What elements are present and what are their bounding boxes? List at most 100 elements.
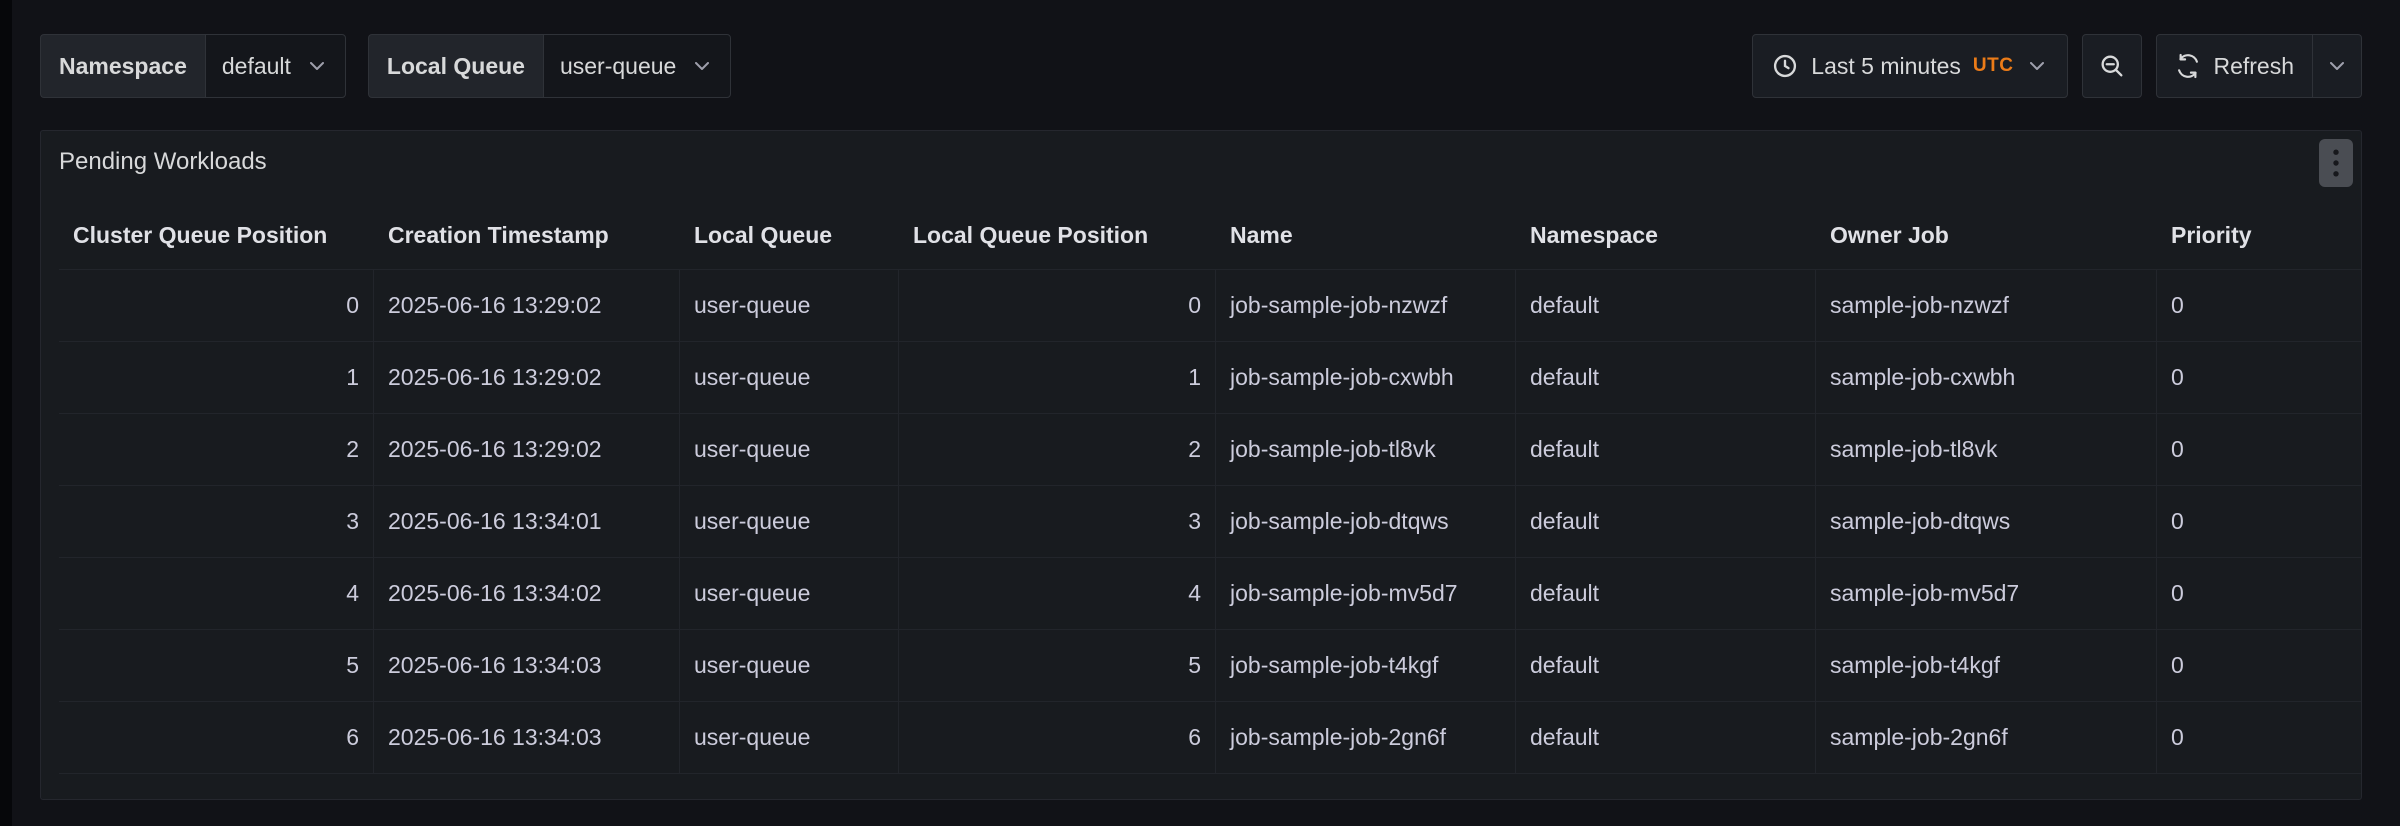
- table-cell: 6: [899, 702, 1216, 774]
- table-cell: default: [1516, 558, 1816, 630]
- table-cell: user-queue: [680, 486, 899, 558]
- table-cell: 0: [2157, 630, 2361, 702]
- table-cell: 0: [2157, 342, 2361, 414]
- pending-workloads-panel: Pending Workloads Cluster Queue Position…: [40, 130, 2362, 800]
- variable-selected-value: user-queue: [560, 53, 676, 80]
- table-cell: sample-job-nzwzf: [1816, 270, 2157, 342]
- table-cell: default: [1516, 342, 1816, 414]
- chevron-down-icon: [690, 54, 714, 78]
- table-body: 02025-06-16 13:29:02user-queue0job-sampl…: [59, 270, 2361, 774]
- pending-workloads-table: Cluster Queue PositionCreation Timestamp…: [59, 201, 2361, 774]
- table-row: 12025-06-16 13:29:02user-queue1job-sampl…: [59, 342, 2361, 414]
- variable-picker-namespace: Namespace default: [40, 34, 346, 98]
- variable-value-dropdown[interactable]: user-queue: [543, 34, 731, 98]
- column-header[interactable]: Local Queue Position: [899, 201, 1216, 269]
- table-cell: 0: [2157, 486, 2361, 558]
- column-header[interactable]: Name: [1216, 201, 1516, 269]
- table-cell: 2: [59, 414, 374, 486]
- table-row: 02025-06-16 13:29:02user-queue0job-sampl…: [59, 270, 2361, 342]
- table-cell: user-queue: [680, 630, 899, 702]
- column-header[interactable]: Owner Job: [1816, 201, 2157, 269]
- table-cell: 2025-06-16 13:29:02: [374, 414, 680, 486]
- panel-menu-button[interactable]: [2319, 139, 2353, 187]
- variable-selected-value: default: [222, 53, 291, 80]
- kebab-menu-icon: [2325, 145, 2347, 181]
- viewport-left-edge: [0, 0, 12, 826]
- table-cell: 1: [899, 342, 1216, 414]
- table-cell: 3: [59, 486, 374, 558]
- table-cell: default: [1516, 270, 1816, 342]
- table-cell: sample-job-tl8vk: [1816, 414, 2157, 486]
- table-cell: sample-job-mv5d7: [1816, 558, 2157, 630]
- variable-label: Namespace: [40, 34, 205, 98]
- table-cell: 2025-06-16 13:34:03: [374, 702, 680, 774]
- table-cell: 2025-06-16 13:29:02: [374, 270, 680, 342]
- table-cell: job-sample-job-t4kgf: [1216, 630, 1516, 702]
- column-header[interactable]: Priority: [2157, 201, 2361, 269]
- table-row: 32025-06-16 13:34:01user-queue3job-sampl…: [59, 486, 2361, 558]
- refresh-icon: [2175, 53, 2201, 79]
- table-cell: 5: [899, 630, 1216, 702]
- table-cell: sample-job-cxwbh: [1816, 342, 2157, 414]
- table-cell: default: [1516, 414, 1816, 486]
- table-cell: user-queue: [680, 702, 899, 774]
- refresh-label: Refresh: [2213, 53, 2294, 80]
- table-cell: 2025-06-16 13:34:02: [374, 558, 680, 630]
- table-cell: user-queue: [680, 342, 899, 414]
- refresh-interval-dropdown[interactable]: [2313, 34, 2362, 98]
- table-cell: sample-job-dtqws: [1816, 486, 2157, 558]
- panel-header[interactable]: Pending Workloads: [41, 131, 2361, 193]
- table-cell: job-sample-job-nzwzf: [1216, 270, 1516, 342]
- timezone-label: UTC: [1973, 55, 2014, 77]
- table-cell: 0: [2157, 702, 2361, 774]
- column-header[interactable]: Creation Timestamp: [374, 201, 680, 269]
- table-row: 52025-06-16 13:34:03user-queue5job-sampl…: [59, 630, 2361, 702]
- table-cell: 2: [899, 414, 1216, 486]
- table-cell: default: [1516, 702, 1816, 774]
- table-cell: 2025-06-16 13:29:02: [374, 342, 680, 414]
- panel-title: Pending Workloads: [59, 148, 267, 176]
- table-cell: sample-job-2gn6f: [1816, 702, 2157, 774]
- table-cell: 0: [899, 270, 1216, 342]
- table-row: 42025-06-16 13:34:02user-queue4job-sampl…: [59, 558, 2361, 630]
- time-range-label: Last 5 minutes: [1811, 53, 1961, 80]
- column-header[interactable]: Cluster Queue Position: [59, 201, 374, 269]
- table-cell: 1: [59, 342, 374, 414]
- table-cell: 0: [59, 270, 374, 342]
- column-header[interactable]: Namespace: [1516, 201, 1816, 269]
- table-cell: default: [1516, 486, 1816, 558]
- variable-picker-local-queue: Local Queue user-queue: [368, 34, 731, 98]
- table-row: 22025-06-16 13:29:02user-queue2job-sampl…: [59, 414, 2361, 486]
- table-cell: 4: [59, 558, 374, 630]
- table-cell: 6: [59, 702, 374, 774]
- clock-icon: [1771, 52, 1799, 80]
- table-cell: user-queue: [680, 414, 899, 486]
- refresh-button[interactable]: Refresh: [2156, 34, 2313, 98]
- table-cell: user-queue: [680, 558, 899, 630]
- dashboard-toolbar: Namespace default Local Queue user-queue…: [40, 34, 2362, 98]
- table-cell: default: [1516, 630, 1816, 702]
- table-row: 62025-06-16 13:34:03user-queue6job-sampl…: [59, 702, 2361, 774]
- table-cell: job-sample-job-dtqws: [1216, 486, 1516, 558]
- toolbar-right-group: Last 5 minutes UTC Refresh: [1752, 34, 2362, 98]
- table-cell: 2025-06-16 13:34:03: [374, 630, 680, 702]
- table-cell: 0: [2157, 414, 2361, 486]
- table-cell: job-sample-job-2gn6f: [1216, 702, 1516, 774]
- table-cell: sample-job-t4kgf: [1816, 630, 2157, 702]
- variable-value-dropdown[interactable]: default: [205, 34, 346, 98]
- table-cell: job-sample-job-mv5d7: [1216, 558, 1516, 630]
- variable-label: Local Queue: [368, 34, 543, 98]
- table-cell: 4: [899, 558, 1216, 630]
- time-range-picker[interactable]: Last 5 minutes UTC: [1752, 34, 2068, 98]
- refresh-split-button: Refresh: [2156, 34, 2362, 98]
- chevron-down-icon: [305, 54, 329, 78]
- chevron-down-icon: [2025, 54, 2049, 78]
- column-header[interactable]: Local Queue: [680, 201, 899, 269]
- zoom-out-icon: [2098, 52, 2126, 80]
- zoom-out-button[interactable]: [2082, 34, 2142, 98]
- table-cell: 5: [59, 630, 374, 702]
- table-cell: job-sample-job-tl8vk: [1216, 414, 1516, 486]
- table-cell: 0: [2157, 558, 2361, 630]
- table-cell: 2025-06-16 13:34:01: [374, 486, 680, 558]
- table-cell: job-sample-job-cxwbh: [1216, 342, 1516, 414]
